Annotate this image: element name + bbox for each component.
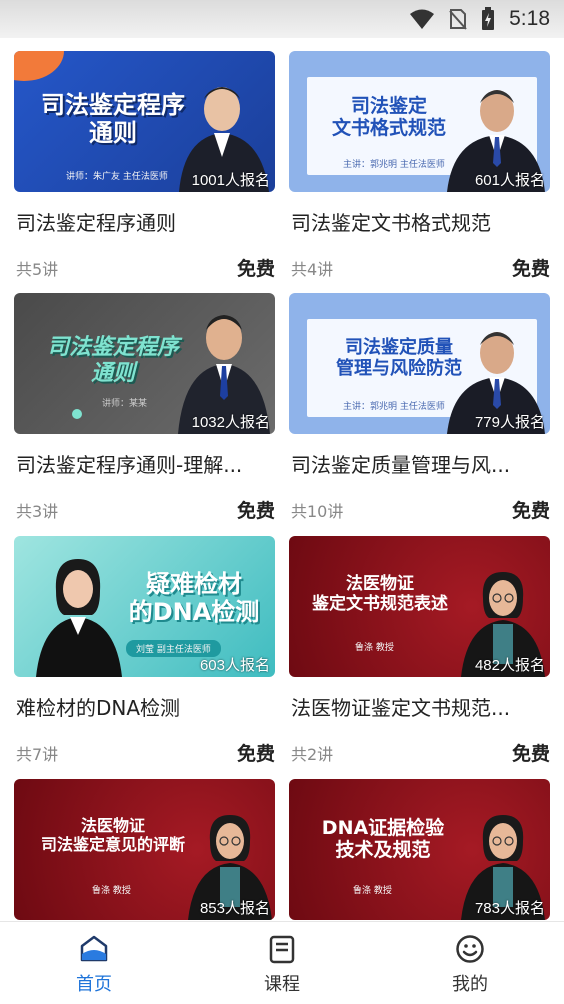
course-thumbnail[interactable]: 司法鉴定质量 管理与风险防范 主讲：郭兆明 主任法医师 779人报名 bbox=[289, 293, 550, 434]
course-card[interactable]: 司法鉴定程序 通则 讲师：朱广友 主任法医师 1001人报名 司法鉴定程序通则 … bbox=[14, 51, 275, 280]
course-title[interactable]: 司法鉴定程序通则-理解... bbox=[16, 449, 275, 478]
lesson-count: 共2讲 bbox=[291, 745, 334, 764]
enroll-count: 482人报名 bbox=[474, 657, 545, 674]
enroll-count: 779人报名 bbox=[474, 414, 545, 431]
enroll-count: 603人报名 bbox=[199, 657, 270, 674]
lesson-count: 共5讲 bbox=[16, 260, 59, 279]
course-card[interactable]: 司法鉴定程序 通则 讲师：某某 1032人报名 司法鉴定程序通则-理解... 共… bbox=[14, 293, 275, 522]
course-icon bbox=[269, 935, 295, 964]
course-card[interactable]: 法医物证 司法鉴定意见的评断 鲁涤 教授 853人报名 bbox=[14, 779, 275, 920]
no-sim-icon bbox=[449, 9, 467, 30]
home-icon bbox=[80, 935, 108, 962]
battery-charging-icon bbox=[482, 7, 495, 30]
course-thumbnail[interactable]: 法医物证 鉴定文书规范表述 鲁涤 教授 482人报名 bbox=[289, 536, 550, 677]
lesson-count: 共4讲 bbox=[291, 260, 334, 279]
price-label: 免费 bbox=[236, 743, 275, 765]
price-label: 免费 bbox=[511, 743, 550, 765]
course-thumbnail[interactable]: 司法鉴定程序 通则 讲师：某某 1032人报名 bbox=[14, 293, 275, 434]
lesson-count: 共10讲 bbox=[291, 502, 344, 521]
thumbnail-title: DNA证据检验 技术及规范 bbox=[321, 817, 445, 862]
thumbnail-title: 疑难检材 的DNA检测 bbox=[128, 570, 260, 627]
status-time: 5:18 bbox=[509, 7, 550, 30]
bottom-tab-bar: 首页 课程 我的 bbox=[0, 921, 564, 1004]
thumbnail-title: 司法鉴定程序 通则 bbox=[46, 335, 179, 386]
tab-label: 首页 bbox=[76, 974, 112, 995]
course-thumbnail[interactable]: 司法鉴定程序 通则 讲师：朱广友 主任法医师 1001人报名 bbox=[14, 51, 275, 192]
price-label: 免费 bbox=[511, 258, 550, 280]
course-card[interactable]: 司法鉴定质量 管理与风险防范 主讲：郭兆明 主任法医师 779人报名 司法鉴定质… bbox=[289, 293, 550, 522]
course-thumbnail[interactable]: 法医物证 司法鉴定意见的评断 鲁涤 教授 853人报名 bbox=[14, 779, 275, 920]
thumbnail-title: 法医物证 司法鉴定意见的评断 bbox=[40, 816, 185, 854]
lesson-count: 共7讲 bbox=[16, 745, 59, 764]
course-title[interactable]: 司法鉴定质量管理与风... bbox=[291, 449, 550, 478]
wifi-icon bbox=[410, 9, 435, 29]
thumbnail-lecturer: 鲁涤 教授 bbox=[355, 643, 394, 653]
thumbnail-lecturer: 讲师：某某 bbox=[102, 399, 148, 409]
tab-home[interactable]: 首页 bbox=[0, 922, 188, 1004]
tab-label: 我的 bbox=[452, 974, 488, 995]
tab-label: 课程 bbox=[264, 974, 300, 995]
thumbnail-lecturer: 主讲：郭兆明 主任法医师 bbox=[343, 160, 445, 170]
course-card[interactable]: DNA证据检验 技术及规范 鲁涤 教授 783人报名 bbox=[289, 779, 550, 920]
course-thumbnail[interactable]: DNA证据检验 技术及规范 鲁涤 教授 783人报名 bbox=[289, 779, 550, 920]
tab-mine[interactable]: 我的 bbox=[376, 922, 564, 1004]
thumbnail-lecturer: 主讲：郭兆明 主任法医师 bbox=[343, 402, 445, 412]
price-label: 免费 bbox=[236, 258, 275, 280]
course-card[interactable]: 疑难检材 的DNA检测 刘莹 副主任法医师 603人报名 难检材的DNA检测 共… bbox=[14, 536, 275, 765]
thumbnail-title: 司法鉴定程序 通则 bbox=[41, 91, 185, 148]
smiley-icon bbox=[456, 935, 484, 963]
thumbnail-lecturer: 鲁涤 教授 bbox=[92, 886, 131, 896]
price-label: 免费 bbox=[511, 500, 550, 522]
course-title[interactable]: 法医物证鉴定文书规范... bbox=[291, 692, 550, 721]
enroll-count: 1032人报名 bbox=[191, 414, 270, 431]
lecturer-photo bbox=[36, 559, 122, 677]
thumbnail-lecturer: 讲师：朱广友 主任法医师 bbox=[66, 172, 168, 182]
enroll-count: 1001人报名 bbox=[191, 172, 270, 189]
course-thumbnail[interactable]: 司法鉴定 文书格式规范 主讲：郭兆明 主任法医师 601人报名 bbox=[289, 51, 550, 192]
course-title[interactable]: 司法鉴定程序通则 bbox=[16, 207, 275, 236]
course-card[interactable]: 司法鉴定 文书格式规范 主讲：郭兆明 主任法医师 601人报名 司法鉴定文书格式… bbox=[289, 51, 550, 280]
enroll-count: 601人报名 bbox=[474, 172, 545, 189]
tab-courses[interactable]: 课程 bbox=[188, 922, 376, 1004]
thumbnail-lecturer: 鲁涤 教授 bbox=[353, 886, 392, 896]
lesson-count: 共3讲 bbox=[16, 502, 59, 521]
enroll-count: 853人报名 bbox=[199, 900, 270, 917]
course-card[interactable]: 法医物证 鉴定文书规范表述 鲁涤 教授 482人报名 法医物证鉴定文书规范...… bbox=[289, 536, 550, 765]
course-title[interactable]: 难检材的DNA检测 bbox=[16, 692, 275, 721]
course-thumbnail[interactable]: 疑难检材 的DNA检测 刘莹 副主任法医师 603人报名 bbox=[14, 536, 275, 677]
enroll-count: 783人报名 bbox=[474, 900, 545, 917]
thumbnail-title: 法医物证 鉴定文书规范表述 bbox=[312, 574, 448, 615]
status-bar: 5:18 bbox=[0, 0, 564, 38]
course-title[interactable]: 司法鉴定文书格式规范 bbox=[291, 207, 550, 236]
price-label: 免费 bbox=[236, 500, 275, 522]
